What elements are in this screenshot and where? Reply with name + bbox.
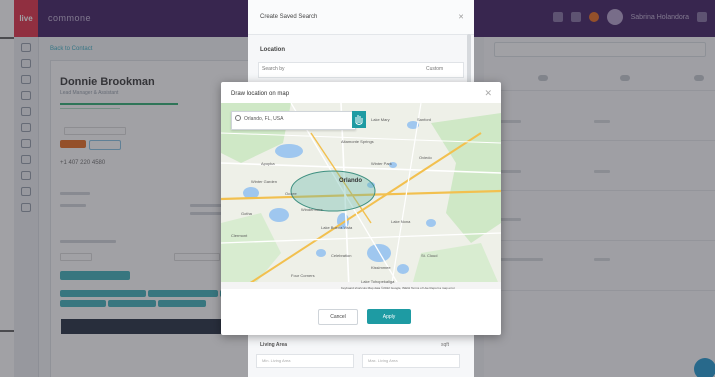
map-label: Lake Tohopekaliga — [361, 279, 395, 284]
cancel-button[interactable]: Cancel — [318, 309, 358, 325]
map-label: St. Cloud — [421, 253, 438, 258]
max-living-area-input[interactable]: Max. Living Area — [362, 354, 460, 368]
map-label: Kissimmee — [371, 265, 391, 270]
map-label: Four Corners — [291, 273, 315, 278]
map-label: Oviedo — [419, 155, 432, 160]
close-icon[interactable]: ✕ — [458, 13, 464, 21]
draw-location-modal: Draw location on map ✕ Orlando Apopka Al… — [221, 82, 501, 335]
map-label: Gotha — [241, 211, 252, 216]
search-by-label: Search by — [262, 66, 285, 72]
search-by-value[interactable]: Custom — [426, 66, 443, 72]
map-city-label: Orlando — [339, 178, 363, 184]
living-area-section-title: Living Area — [260, 342, 288, 348]
min-living-area-placeholder: Min. Living Area — [262, 358, 291, 363]
map-label: Winter Garden — [251, 179, 278, 184]
min-living-area-input[interactable]: Min. Living Area — [256, 354, 354, 368]
map-label: Lake Nona — [391, 219, 411, 224]
map-label: Lake Buena Vista — [321, 225, 353, 230]
map-label: Windermere — [301, 207, 323, 212]
hand-pan-icon[interactable] — [352, 111, 366, 128]
modal-title: Draw location on map — [231, 91, 290, 97]
apply-button[interactable]: Apply — [367, 309, 411, 324]
search-icon — [235, 115, 241, 121]
map-label: Altamonte Springs — [341, 139, 374, 144]
map-canvas[interactable]: Orlando Apopka Altamonte Springs Winter … — [221, 103, 501, 289]
map-label: Clermont — [231, 233, 248, 238]
map-label: Ocoee — [285, 191, 297, 196]
map-graphic[interactable] — [221, 103, 501, 289]
map-label: Winter Park — [371, 161, 392, 166]
map-label: Sanford — [417, 117, 432, 122]
map-label: Celebration — [331, 253, 352, 258]
map-label: Lake Mary — [371, 117, 390, 122]
map-label: Apopka — [261, 161, 275, 166]
map-attribution: Keyboard shortcuts Map data ©2022 Google… — [341, 286, 455, 290]
panel-title: Create Saved Search — [260, 14, 318, 20]
close-icon[interactable]: ✕ — [484, 88, 492, 99]
map-search-value[interactable]: Orlando, FL, USA — [244, 116, 283, 122]
max-living-area-placeholder: Max. Living Area — [368, 358, 398, 363]
location-section-title: Location — [260, 47, 285, 53]
living-area-unit: sqft — [441, 342, 450, 348]
